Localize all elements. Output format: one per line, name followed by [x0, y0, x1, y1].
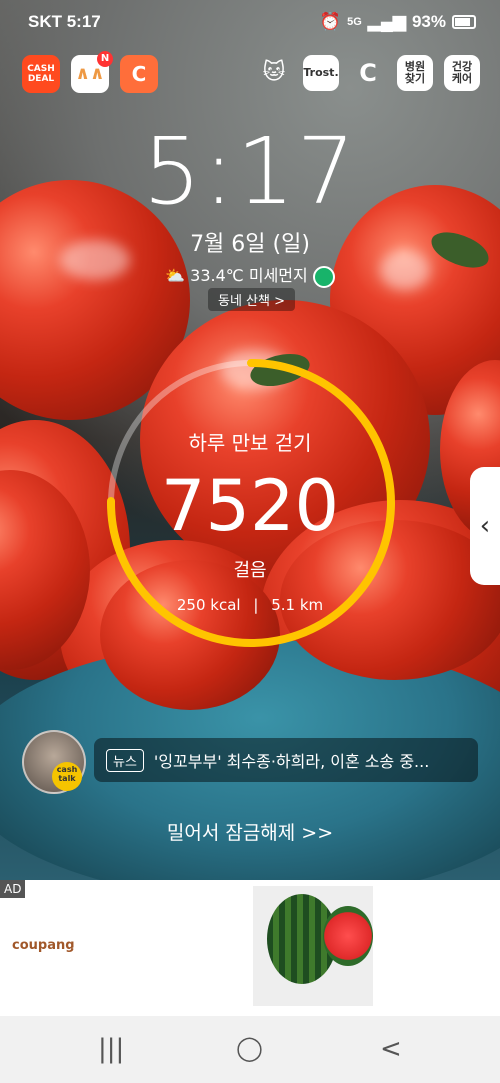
ad-label: AD	[0, 880, 26, 898]
status-time: SKT 5:17	[28, 12, 101, 31]
clock-app-label: C	[359, 59, 377, 87]
trost-label: Trost.	[303, 66, 339, 79]
weather-cloud-sun-icon: ⛅	[165, 266, 186, 285]
neighborhood-walk-button[interactable]: 동네 산책 >	[208, 288, 295, 311]
distance: 5.1 km	[271, 596, 324, 614]
weather-temp: 33.4℃	[190, 266, 244, 285]
lockscreen-clock: 5:17	[142, 118, 358, 225]
watermelon-slice	[323, 906, 373, 966]
ad-subtitle: 오늘주문! 내일도착! 로켓배송!	[72, 937, 253, 953]
notification-badge: N	[97, 51, 113, 67]
hospital-label: 병원 찾기	[404, 60, 426, 85]
back-button[interactable]: <	[380, 1034, 402, 1064]
health-label: 건강 케어	[451, 60, 473, 85]
step-unit: 걸음	[233, 560, 267, 581]
cash-deal-label: CASH DEAL	[27, 64, 55, 84]
recent-apps-button[interactable]: |||	[98, 1034, 124, 1064]
cash-deal-app-icon[interactable]: CASH DEAL	[22, 55, 60, 93]
calories: 250 kcal	[176, 596, 241, 614]
chevron-left-icon: ‹	[479, 511, 491, 541]
pedometer-title: 하루 만보 걷기	[188, 431, 312, 455]
cash-talk-badge: cash talk	[52, 762, 82, 791]
trost-app-icon[interactable]: Trost.	[303, 55, 339, 91]
news-headline: '잉꼬부부' 최수종·하희라, 이혼 소송 중...	[153, 752, 430, 771]
news-banner[interactable]: 뉴스 '잉꼬부부' 최수종·하희라, 이혼 소송 중...	[94, 738, 478, 782]
lockscreen-date: 7월 6일 (일)	[190, 232, 310, 257]
right-app-shortcuts: 🐱 Trost. C 병원 찾기 건강 케어	[256, 55, 480, 91]
status-bar: SKT 5:17 ⏰ 5G ▂▄▆ 93%	[0, 0, 500, 44]
edge-panel-handle[interactable]: ‹	[470, 467, 500, 585]
swipe-to-unlock[interactable]: 밀어서 잠금해제 >>	[0, 818, 500, 845]
alarm-app-icon[interactable]: ∧∧ N	[71, 51, 113, 93]
weather-row: ⛅ 33.4℃ 미세먼지	[0, 262, 500, 288]
ad-more-link[interactable]: 더 알아보기 >	[72, 966, 164, 987]
coupang-logo: coupang	[12, 938, 75, 953]
left-app-shortcuts: CASH DEAL ∧∧ N C	[22, 51, 158, 93]
navigation-bar: ||| ◯ <	[0, 1016, 500, 1083]
step-count: 7520	[160, 465, 340, 547]
battery-text: 93%	[411, 12, 446, 31]
clock-app-icon[interactable]: C	[350, 55, 386, 91]
ad-product-name: 다올찬 맹동 꿀수박	[388, 944, 484, 958]
health-care-icon[interactable]: 건강 케어	[444, 55, 480, 91]
news-widget[interactable]: cash talk 뉴스 '잉꼬부부' 최수종·하희라, 이혼 소송 중...	[22, 730, 478, 794]
dust-good-icon	[312, 265, 335, 288]
hospital-find-icon[interactable]: 병원 찾기	[397, 55, 433, 91]
battery-icon	[452, 15, 476, 29]
cashwalk-app-icon[interactable]: C	[120, 55, 158, 93]
network-indicator: 5G	[347, 16, 362, 28]
home-button[interactable]: ◯	[236, 1034, 263, 1062]
stats-divider: |	[253, 596, 259, 614]
watermelon-image[interactable]	[253, 886, 373, 1006]
coupang-logo-text: coupang	[12, 938, 75, 953]
alarm-app-glyph: ∧∧	[75, 63, 105, 84]
dust-label: 미세먼지	[248, 266, 308, 285]
cat-face-icon[interactable]: 🐱	[256, 55, 292, 91]
signal-icon: ▂▄▆	[367, 12, 406, 31]
pedometer-stats: 250 kcal | 5.1 km	[0, 596, 500, 614]
cashwalk-label: C	[131, 62, 147, 86]
ad-title: 쿠팡	[72, 911, 102, 930]
news-tag: 뉴스	[106, 748, 144, 772]
alarm-icon: ⏰	[319, 12, 342, 31]
